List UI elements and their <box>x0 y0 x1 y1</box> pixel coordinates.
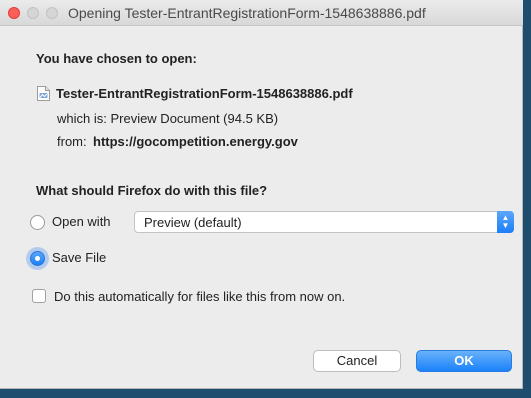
up-down-arrows-icon: ▲ ▼ <box>497 211 514 233</box>
action-question: What should Firefox do with this file? <box>36 183 268 198</box>
from-label: from: <box>57 134 87 149</box>
pdf-document-icon <box>37 86 50 101</box>
application-select[interactable]: Preview (default) ▲ ▼ <box>134 211 514 233</box>
cancel-button[interactable]: Cancel <box>313 350 401 372</box>
close-window-icon[interactable] <box>8 7 20 19</box>
window-title: Opening Tester-EntrantRegistrationForm-1… <box>68 5 426 21</box>
download-dialog: Opening Tester-EntrantRegistrationForm-1… <box>0 0 523 389</box>
minimize-window-icon <box>27 7 39 19</box>
maximize-window-icon <box>46 7 58 19</box>
chosen-to-open-heading: You have chosen to open: <box>36 51 197 66</box>
save-file-radio[interactable] <box>30 251 45 266</box>
application-select-value: Preview (default) <box>144 215 242 230</box>
source-url: https://gocompetition.energy.gov <box>93 134 298 149</box>
ok-button[interactable]: OK <box>416 350 512 372</box>
open-with-label[interactable]: Open with <box>52 214 111 229</box>
auto-action-label[interactable]: Do this automatically for files like thi… <box>54 289 345 304</box>
open-with-radio[interactable] <box>30 215 45 230</box>
file-type-info: which is: Preview Document (94.5 KB) <box>57 111 279 126</box>
file-name: Tester-EntrantRegistrationForm-154863888… <box>56 86 353 101</box>
title-bar: Opening Tester-EntrantRegistrationForm-1… <box>0 0 523 26</box>
auto-action-checkbox[interactable] <box>32 289 46 303</box>
save-file-label[interactable]: Save File <box>52 250 106 265</box>
